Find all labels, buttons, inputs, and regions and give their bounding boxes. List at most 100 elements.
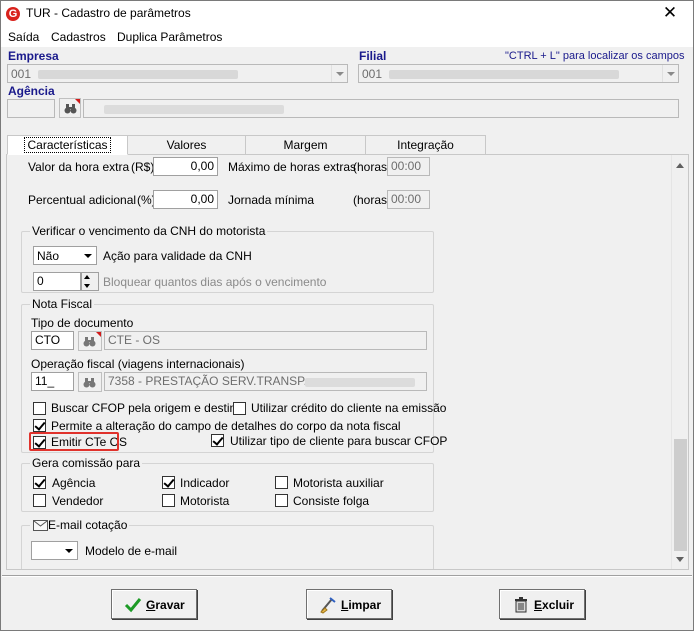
comissao-agencia-label: Agência bbox=[52, 476, 96, 490]
binoculars-icon bbox=[83, 378, 96, 388]
scroll-up-icon[interactable] bbox=[672, 157, 688, 174]
operacao-fiscal-search-button[interactable] bbox=[78, 372, 102, 392]
agencia-search-button[interactable] bbox=[59, 98, 81, 118]
trash-icon bbox=[515, 597, 527, 613]
tipo-documento-code-input[interactable]: CTO bbox=[31, 331, 74, 350]
percentual-adicional-label: Percentual adicional bbox=[28, 193, 137, 207]
acao-cnh-select[interactable]: Não bbox=[33, 246, 97, 265]
modelo-email-select[interactable] bbox=[31, 541, 78, 560]
tab-integracao-label: Integração bbox=[397, 138, 454, 152]
comissao-vendedor-checkbox[interactable] bbox=[33, 494, 46, 507]
redacted-text bbox=[389, 70, 619, 79]
empresa-label: Empresa bbox=[8, 49, 59, 63]
comissao-motorista-label: Motorista bbox=[180, 494, 230, 508]
shortcut-hint: "CTRL + L" para localizar os campos bbox=[505, 50, 685, 62]
redacted-text bbox=[104, 105, 284, 114]
window-title: TUR - Cadastro de parâmetros bbox=[26, 6, 191, 20]
buscar-cfop-checkbox[interactable] bbox=[33, 402, 46, 415]
tab-integracao[interactable]: Integração bbox=[365, 135, 486, 155]
binoculars-icon bbox=[83, 337, 96, 347]
tipo-documento-search-button[interactable] bbox=[78, 331, 102, 351]
eraser-icon bbox=[320, 597, 336, 614]
tipo-documento-label: Tipo de documento bbox=[31, 316, 134, 330]
menu-saida[interactable]: Saída bbox=[8, 30, 39, 44]
valor-hora-extra-input[interactable]: 0,00 bbox=[153, 157, 218, 176]
scroll-down-icon[interactable] bbox=[672, 551, 688, 568]
jornada-minima-label: Jornada mínima bbox=[228, 193, 315, 207]
tab-caracteristicas-label: Características bbox=[24, 137, 111, 153]
modelo-email-label: Modelo de e-mail bbox=[85, 544, 178, 558]
acao-cnh-value: Não bbox=[37, 249, 60, 263]
credito-cliente-label: Utilizar crédito do cliente na emissão bbox=[251, 401, 447, 415]
maximo-horas-extras-unit: (horas) bbox=[353, 160, 392, 174]
scroll-thumb[interactable] bbox=[674, 439, 687, 551]
comissao-group-title: Gera comissão para bbox=[30, 456, 143, 470]
comissao-consiste-folga-checkbox[interactable] bbox=[275, 494, 288, 507]
maximo-horas-extras-input[interactable]: 00:00 bbox=[387, 157, 430, 176]
gravar-button[interactable]: Gravar bbox=[111, 589, 197, 619]
comissao-motorista-auxiliar-label: Motorista auxiliar bbox=[293, 476, 384, 490]
agencia-desc-field bbox=[83, 99, 679, 118]
tab-margem[interactable]: Margem bbox=[245, 135, 366, 155]
valor-hora-extra-unit: (R$) bbox=[131, 160, 155, 174]
operacao-fiscal-desc-text: 7358 - PRESTAÇÃO SERV.TRANSP. bbox=[108, 374, 307, 388]
footer-divider-highlight bbox=[2, 576, 692, 577]
comissao-motorista-checkbox[interactable] bbox=[162, 494, 175, 507]
tipo-cliente-cfop-checkbox[interactable] bbox=[211, 434, 224, 447]
bloquear-dias-input[interactable]: 0 bbox=[33, 272, 81, 291]
bloquear-dias-label: Bloquear quantos dias após o vencimento bbox=[103, 275, 327, 289]
jornada-minima-input[interactable]: 00:00 bbox=[387, 190, 430, 209]
permite-alteracao-checkbox[interactable] bbox=[33, 419, 46, 432]
filial-label: Filial bbox=[359, 49, 387, 63]
percentual-adicional-input[interactable]: 0,00 bbox=[153, 190, 218, 209]
operacao-fiscal-code-input[interactable]: 11_ bbox=[31, 372, 74, 391]
tipo-documento-desc: CTE - OS bbox=[104, 331, 427, 350]
required-marker-icon bbox=[96, 332, 101, 337]
envelope-icon bbox=[33, 520, 48, 531]
filial-select[interactable]: 001 bbox=[358, 64, 679, 83]
app-logo-icon: G bbox=[6, 7, 20, 21]
nota-fiscal-group: Nota Fiscal Tipo de documento CTO CTE - … bbox=[21, 297, 447, 453]
nota-fiscal-group-title: Nota Fiscal bbox=[30, 297, 95, 311]
comissao-indicador-checkbox[interactable] bbox=[162, 476, 175, 489]
excluir-button[interactable]: Excluir bbox=[499, 589, 585, 619]
menu-duplica-parametros[interactable]: Duplica Parâmetros bbox=[117, 30, 222, 44]
limpar-button[interactable]: Limpar bbox=[306, 589, 392, 619]
filial-value: 001 bbox=[362, 67, 383, 81]
operacao-fiscal-label: Operação fiscal (viagens internacionais) bbox=[31, 357, 245, 371]
app-window: G TUR - Cadastro de parâmetros ✕ Saída C… bbox=[0, 0, 694, 631]
email-group: E-mail cotação Modelo de e-mail bbox=[21, 518, 434, 569]
agencia-code-field[interactable] bbox=[7, 99, 55, 118]
chevron-down-icon[interactable] bbox=[61, 542, 77, 559]
operacao-fiscal-desc: 7358 - PRESTAÇÃO SERV.TRANSP. bbox=[104, 372, 427, 391]
chevron-down-icon[interactable] bbox=[331, 65, 347, 82]
acao-cnh-label: Ação para validade da CNH bbox=[103, 249, 252, 263]
jornada-minima-unit: (horas) bbox=[353, 193, 392, 207]
credito-cliente-checkbox[interactable] bbox=[233, 402, 246, 415]
cnh-group-title: Verificar o vencimento da CNH do motoris… bbox=[30, 224, 268, 238]
tab-panel-caracteristicas: Valor da hora extra (R$) 0,00 Máximo de … bbox=[6, 154, 689, 570]
comissao-agencia-checkbox[interactable] bbox=[33, 476, 46, 489]
close-icon[interactable]: ✕ bbox=[647, 1, 693, 27]
bloquear-dias-spinner[interactable] bbox=[81, 272, 99, 291]
maximo-horas-extras-label: Máximo de horas extras bbox=[228, 160, 357, 174]
agencia-label: Agência bbox=[8, 84, 55, 98]
menu-cadastros[interactable]: Cadastros bbox=[51, 30, 106, 44]
comissao-indicador-label: Indicador bbox=[180, 476, 230, 490]
chevron-down-icon[interactable] bbox=[662, 65, 678, 82]
tab-valores[interactable]: Valores bbox=[127, 135, 246, 155]
comissao-motorista-auxiliar-checkbox[interactable] bbox=[275, 476, 288, 489]
checkmark-icon bbox=[124, 598, 142, 613]
redacted-text bbox=[305, 378, 415, 387]
menu-bar: Saída Cadastros Duplica Parâmetros bbox=[1, 27, 693, 47]
binoculars-icon bbox=[64, 104, 77, 114]
limpar-label: Limpar bbox=[341, 598, 382, 612]
panel-scrollbar[interactable] bbox=[671, 155, 688, 569]
tab-valores-label: Valores bbox=[166, 138, 207, 152]
tipo-cliente-cfop-label: Utilizar tipo de cliente para buscar CFO… bbox=[230, 434, 448, 448]
comissao-vendedor-label: Vendedor bbox=[52, 494, 104, 508]
gravar-label: Gravar bbox=[146, 598, 185, 612]
empresa-select[interactable]: 001 bbox=[7, 64, 348, 83]
tab-caracteristicas[interactable]: Características bbox=[7, 135, 128, 155]
chevron-down-icon[interactable] bbox=[80, 247, 96, 264]
